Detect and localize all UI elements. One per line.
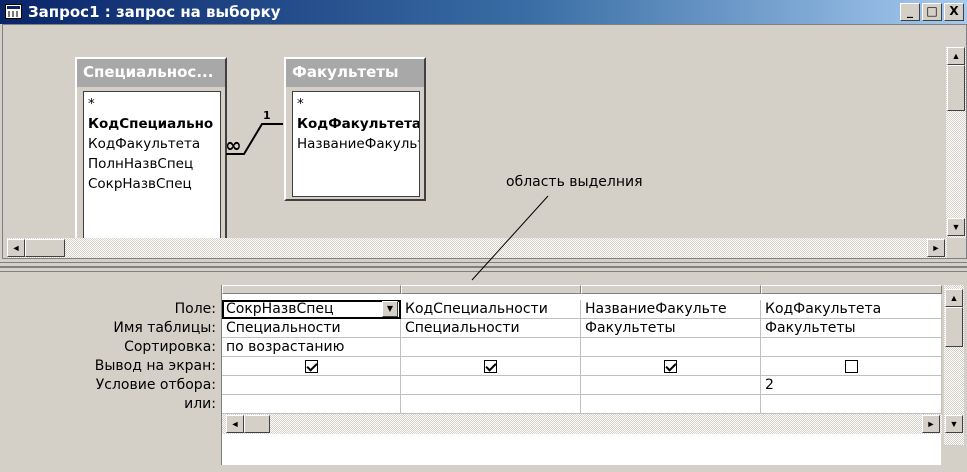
table-faculties[interactable]: Факультеты * КодФакультета НазваниеФакул…: [284, 57, 426, 201]
field-item[interactable]: КодФакультета: [88, 134, 216, 154]
row-label-sort: Сортировка:: [124, 339, 216, 355]
dropdown-arrow-icon[interactable]: ▼: [382, 301, 398, 317]
table-diagram-pane[interactable]: Специальнос... * КодСпециально КодФакуль…: [2, 24, 967, 259]
show-checkbox[interactable]: [304, 359, 318, 373]
scroll-down-icon[interactable]: ▼: [945, 415, 963, 433]
table-cell[interactable]: Специальности: [222, 319, 401, 338]
show-checkbox[interactable]: [484, 359, 497, 373]
scroll-right-icon[interactable]: ►: [927, 239, 945, 257]
sort-cell[interactable]: [761, 338, 942, 357]
pane-splitter[interactable]: [0, 262, 967, 272]
column-selector[interactable]: [581, 285, 761, 294]
scroll-down-icon[interactable]: ▼: [947, 218, 965, 236]
design-grid-pane: Поле: Имя таблицы: Сортировка: Вывод на …: [0, 274, 967, 472]
window-title: Запрос1 : запрос на выборку: [28, 3, 281, 21]
field-item[interactable]: *: [297, 94, 415, 114]
field-item[interactable]: ПолнНазвСпец: [88, 154, 216, 174]
row-label-field: Поле:: [174, 301, 216, 317]
query-window: Запрос1 : запрос на выборку _ □ X Специа…: [0, 0, 967, 472]
sort-cell[interactable]: [581, 338, 761, 357]
table-specialties-field-list[interactable]: * КодСпециально КодФакультета ПолнНазвСп…: [83, 91, 221, 241]
row-label-table: Имя таблицы:: [113, 320, 216, 336]
scroll-left-icon[interactable]: ◄: [7, 239, 25, 257]
close-button[interactable]: X: [944, 3, 964, 21]
upper-horizontal-scrollbar[interactable]: ◄ ►: [7, 238, 947, 258]
criteria-cell[interactable]: [581, 376, 761, 395]
scroll-up-icon[interactable]: ▲: [947, 47, 965, 65]
criteria-cell[interactable]: 2: [761, 376, 942, 395]
show-cell[interactable]: [581, 357, 761, 376]
show-cell[interactable]: [222, 357, 401, 376]
column-selector[interactable]: [761, 285, 942, 294]
scroll-thumb[interactable]: [244, 415, 270, 433]
scroll-thumb[interactable]: [947, 65, 965, 111]
selection-area-callout: область выделния: [506, 174, 643, 190]
or-cell[interactable]: [761, 395, 942, 414]
row-label-criteria: Условие отбора:: [95, 377, 216, 393]
or-cell[interactable]: [222, 395, 401, 414]
relation-many-symbol: ∞: [225, 133, 242, 157]
field-item-key[interactable]: КодСпециально: [88, 114, 216, 134]
criteria-cell[interactable]: [222, 376, 401, 395]
scroll-thumb[interactable]: [25, 239, 65, 257]
table-faculties-field-list[interactable]: * КодФакультета НазваниеФакульт: [292, 91, 420, 197]
row-label-show: Вывод на экран:: [94, 358, 216, 374]
lower-vertical-scrollbar[interactable]: ▲ ▼: [944, 285, 964, 445]
field-item[interactable]: НазваниеФакульт: [297, 134, 419, 154]
field-item[interactable]: *: [88, 94, 216, 114]
field-cell[interactable]: КодФакультета: [761, 300, 942, 319]
or-cell[interactable]: [401, 395, 581, 414]
criteria-cell[interactable]: [401, 376, 581, 395]
show-cell[interactable]: [761, 357, 942, 376]
field-cell[interactable]: КодСпециальности: [401, 300, 581, 319]
scroll-thumb[interactable]: [945, 307, 963, 347]
table-cell[interactable]: Факультеты: [581, 319, 761, 338]
maximize-button[interactable]: □: [922, 3, 942, 21]
field-cell-value: СокрНазвСпец: [226, 301, 334, 317]
relation-one-symbol: 1: [263, 109, 271, 122]
or-cell[interactable]: [581, 395, 761, 414]
sort-cell[interactable]: по возрастанию: [222, 338, 401, 357]
scroll-left-icon[interactable]: ◄: [226, 415, 244, 433]
field-item-key[interactable]: КодФакультета: [297, 114, 419, 134]
minimize-button[interactable]: _: [900, 3, 920, 21]
query-window-icon[interactable]: [5, 4, 22, 19]
upper-vertical-scrollbar[interactable]: ▲ ▼: [946, 47, 966, 238]
scroll-right-icon[interactable]: ►: [922, 415, 940, 433]
row-label-or: или:: [184, 396, 216, 412]
show-checkbox[interactable]: [844, 359, 858, 373]
field-cell[interactable]: СокрНазвСпец ▼: [222, 300, 401, 319]
table-faculties-title[interactable]: Факультеты: [286, 59, 424, 87]
column-selector[interactable]: [401, 285, 581, 294]
field-cell[interactable]: НазваниеФакульте: [581, 300, 761, 319]
table-specialties[interactable]: Специальнос... * КодСпециально КодФакуль…: [75, 57, 227, 245]
title-bar[interactable]: Запрос1 : запрос на выборку _ □ X: [0, 0, 967, 24]
lower-horizontal-scrollbar[interactable]: ◄ ►: [222, 414, 942, 434]
scroll-up-icon[interactable]: ▲: [945, 289, 963, 307]
column-selector[interactable]: [222, 285, 401, 294]
sort-cell[interactable]: [401, 338, 581, 357]
table-specialties-title[interactable]: Специальнос...: [77, 59, 225, 87]
show-cell[interactable]: [401, 357, 581, 376]
query-design-grid[interactable]: СокрНазвСпец ▼ Специальности по возраста…: [221, 285, 942, 465]
show-checkbox[interactable]: [664, 359, 677, 373]
table-cell[interactable]: Факультеты: [761, 319, 942, 338]
table-cell[interactable]: Специальности: [401, 319, 581, 338]
field-item[interactable]: СокрНазвСпец: [88, 174, 216, 194]
